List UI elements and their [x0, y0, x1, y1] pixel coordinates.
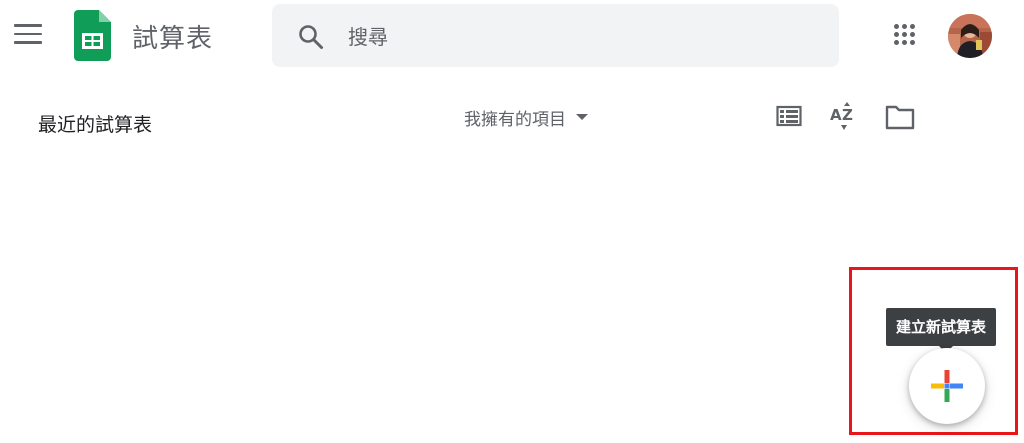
chevron-down-icon [576, 114, 588, 120]
owner-filter-dropdown[interactable]: 我擁有的項目 [464, 105, 588, 130]
list-view-icon[interactable] [776, 104, 802, 128]
sort-az-icon[interactable]: A Z [828, 100, 860, 132]
search-icon[interactable] [298, 24, 324, 50]
hamburger-menu-icon [14, 24, 42, 27]
main-menu-button[interactable] [14, 24, 42, 46]
app-title[interactable]: 試算表 [132, 18, 213, 55]
svg-text:A: A [830, 106, 842, 124]
folder-icon[interactable] [884, 103, 916, 131]
search-input[interactable] [346, 20, 820, 54]
google-sheets-logo-icon[interactable] [74, 10, 111, 61]
create-new-spreadsheet-button[interactable] [909, 348, 985, 424]
section-title: 最近的試算表 [38, 114, 153, 136]
owner-filter-label: 我擁有的項目 [464, 109, 566, 130]
fab-tooltip: 建立新試算表 [886, 308, 997, 346]
google-apps-grid-icon[interactable] [894, 24, 916, 46]
svg-text:Z: Z [842, 106, 853, 124]
avatar[interactable] [948, 14, 992, 58]
plus-multicolor-icon [931, 370, 963, 402]
